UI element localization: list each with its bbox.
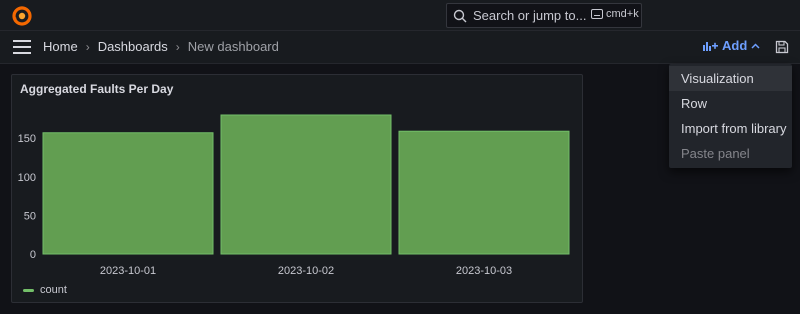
grafana-logo-icon[interactable]: [11, 5, 33, 27]
menu-item-row[interactable]: Row: [669, 91, 792, 116]
legend-swatch: [23, 288, 34, 292]
nav-bar: Home › Dashboards › New dashboard Add: [0, 31, 800, 64]
bar[interactable]: [220, 114, 392, 255]
menu-item-import-from-library[interactable]: Import from library: [669, 116, 792, 141]
hamburger-menu-icon[interactable]: [13, 40, 31, 54]
x-tick-label: 2023-10-03: [456, 265, 512, 277]
search-placeholder: Search or jump to...: [473, 8, 587, 23]
bar[interactable]: [398, 130, 570, 255]
search-icon: [453, 9, 467, 22]
legend-label[interactable]: count: [40, 284, 67, 296]
breadcrumb-dashboards[interactable]: Dashboards: [98, 39, 168, 54]
shortcut-label: cmd+k: [606, 8, 639, 20]
y-tick-label: 150: [18, 133, 36, 145]
chevron-right-icon: ›: [175, 39, 180, 54]
add-button[interactable]: Add: [703, 38, 760, 53]
keyboard-icon: [591, 9, 603, 19]
y-tick-label: 100: [18, 172, 36, 184]
breadcrumb-home[interactable]: Home: [43, 39, 78, 54]
chevron-right-icon: ›: [85, 39, 90, 54]
top-bar: Search or jump to... cmd+k: [0, 0, 800, 31]
bar[interactable]: [42, 132, 214, 255]
add-menu: Visualization Row Import from library Pa…: [669, 64, 792, 168]
chart-panel[interactable]: Aggregated Faults Per Day 0 50 100 150 2023-…: [11, 74, 583, 303]
search-bar[interactable]: Search or jump to... cmd+k: [446, 3, 642, 28]
chart-legend: count: [23, 284, 67, 296]
breadcrumb: Home › Dashboards › New dashboard: [43, 39, 279, 54]
add-panel-icon: [703, 41, 718, 51]
y-tick-label: 50: [24, 210, 36, 222]
menu-item-paste-panel: Paste panel: [681, 146, 750, 161]
chevron-up-icon: [751, 42, 760, 49]
menu-item-visualization[interactable]: Visualization: [669, 66, 792, 91]
breadcrumb-current: New dashboard: [187, 39, 279, 54]
bar-chart: 0 50 100 150 2023-10-01 2023-10-02 2023-10-03: [18, 114, 570, 277]
y-tick-label: 0: [30, 249, 36, 261]
x-tick-label: 2023-10-02: [278, 265, 334, 277]
add-button-label: Add: [722, 38, 748, 53]
x-tick-label: 2023-10-01: [100, 265, 156, 277]
shortcut-hint: cmd+k: [591, 8, 639, 20]
save-icon[interactable]: [775, 40, 789, 54]
